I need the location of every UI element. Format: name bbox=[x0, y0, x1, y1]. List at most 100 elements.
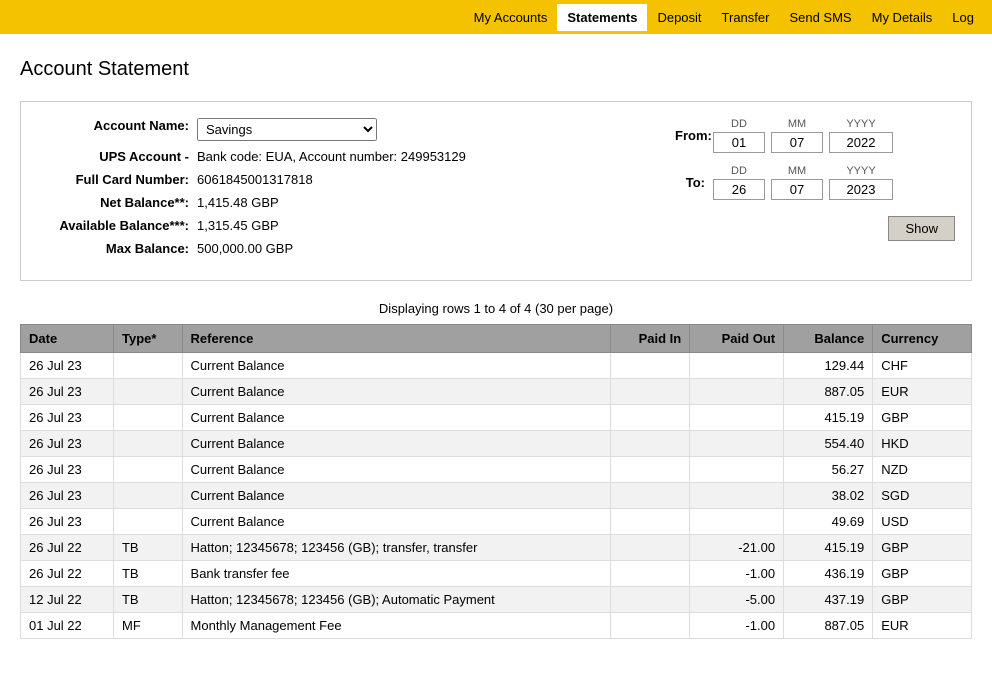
cell-type bbox=[113, 405, 182, 431]
cell-date: 26 Jul 22 bbox=[21, 561, 114, 587]
cell-paid-in bbox=[610, 535, 689, 561]
account-name-value[interactable]: Savings bbox=[197, 118, 377, 141]
to-yyyy-header: YYYY bbox=[846, 165, 875, 177]
page-title: Account Statement bbox=[20, 58, 972, 81]
cell-paid-out bbox=[690, 457, 784, 483]
to-mm-input[interactable] bbox=[771, 179, 823, 200]
cell-balance: 415.19 bbox=[784, 405, 873, 431]
cell-type: TB bbox=[113, 587, 182, 613]
cell-type bbox=[113, 483, 182, 509]
cell-date: 12 Jul 22 bbox=[21, 587, 114, 613]
from-yyyy-input[interactable] bbox=[829, 132, 893, 153]
cell-paid-out: -21.00 bbox=[690, 535, 784, 561]
from-dd-input[interactable] bbox=[713, 132, 765, 153]
cell-type: TB bbox=[113, 535, 182, 561]
to-dd-header: DD bbox=[731, 165, 747, 177]
cell-paid-out bbox=[690, 379, 784, 405]
table-row: 26 Jul 23 Current Balance 554.40 HKD bbox=[21, 431, 972, 457]
cell-date: 26 Jul 23 bbox=[21, 431, 114, 457]
cell-date: 26 Jul 23 bbox=[21, 483, 114, 509]
table-row: 12 Jul 22 TB Hatton; 12345678; 123456 (G… bbox=[21, 587, 972, 613]
col-paid-out: Paid Out bbox=[690, 325, 784, 353]
cell-currency: HKD bbox=[873, 431, 972, 457]
from-mm-header: MM bbox=[788, 118, 806, 130]
nav-send-sms[interactable]: Send SMS bbox=[779, 10, 861, 25]
to-yyyy-group: YYYY bbox=[829, 165, 893, 200]
date-range-panel: From: DD MM YYYY T bbox=[675, 118, 955, 264]
net-balance-value: 1,415.48 GBP bbox=[197, 195, 279, 210]
cell-balance: 415.19 bbox=[784, 535, 873, 561]
cell-paid-in bbox=[610, 509, 689, 535]
col-date: Date bbox=[21, 325, 114, 353]
cell-currency: USD bbox=[873, 509, 972, 535]
cell-reference: Current Balance bbox=[182, 405, 610, 431]
table-row: 26 Jul 23 Current Balance 49.69 USD bbox=[21, 509, 972, 535]
cell-paid-out bbox=[690, 483, 784, 509]
to-yyyy-input[interactable] bbox=[829, 179, 893, 200]
pagination-text: Displaying rows 1 to 4 of 4 (30 per page… bbox=[20, 301, 972, 316]
cell-date: 01 Jul 22 bbox=[21, 613, 114, 639]
cell-balance: 554.40 bbox=[784, 431, 873, 457]
main-content: Account Statement Account Name: Savings … bbox=[0, 34, 992, 663]
cell-balance: 129.44 bbox=[784, 353, 873, 379]
cell-reference: Current Balance bbox=[182, 457, 610, 483]
cell-paid-out bbox=[690, 405, 784, 431]
table-row: 26 Jul 22 TB Bank transfer fee -1.00 436… bbox=[21, 561, 972, 587]
cell-paid-out bbox=[690, 431, 784, 457]
cell-date: 26 Jul 23 bbox=[21, 457, 114, 483]
ups-account-value: Bank code: EUA, Account number: 24995312… bbox=[197, 149, 466, 164]
col-paid-in: Paid In bbox=[610, 325, 689, 353]
cell-type bbox=[113, 509, 182, 535]
account-fields: Account Name: Savings UPS Account - Bank… bbox=[37, 118, 635, 264]
from-mm-input[interactable] bbox=[771, 132, 823, 153]
cell-reference: Monthly Management Fee bbox=[182, 613, 610, 639]
show-button[interactable]: Show bbox=[888, 216, 955, 241]
cell-balance: 887.05 bbox=[784, 379, 873, 405]
cell-reference: Current Balance bbox=[182, 483, 610, 509]
avail-balance-row: Available Balance***: 1,315.45 GBP bbox=[37, 218, 635, 233]
table-header-row: Date Type* Reference Paid In Paid Out Ba… bbox=[21, 325, 972, 353]
from-dd-group: DD bbox=[713, 118, 765, 153]
table-body: 26 Jul 23 Current Balance 129.44 CHF 26 … bbox=[21, 353, 972, 639]
cell-paid-out: -1.00 bbox=[690, 613, 784, 639]
cell-currency: GBP bbox=[873, 561, 972, 587]
cell-currency: GBP bbox=[873, 535, 972, 561]
from-yyyy-header: YYYY bbox=[846, 118, 875, 130]
cell-date: 26 Jul 23 bbox=[21, 353, 114, 379]
cell-date: 26 Jul 23 bbox=[21, 509, 114, 535]
account-name-select[interactable]: Savings bbox=[197, 118, 377, 141]
from-row: From: DD MM YYYY bbox=[675, 118, 955, 153]
cell-paid-in bbox=[610, 613, 689, 639]
cell-paid-in bbox=[610, 431, 689, 457]
cell-balance: 887.05 bbox=[784, 613, 873, 639]
avail-balance-label: Available Balance***: bbox=[37, 218, 197, 233]
cell-paid-in bbox=[610, 561, 689, 587]
max-balance-row: Max Balance: 500,000.00 GBP bbox=[37, 241, 635, 256]
to-dd-input[interactable] bbox=[713, 179, 765, 200]
nav-deposit[interactable]: Deposit bbox=[647, 10, 711, 25]
table-row: 26 Jul 22 TB Hatton; 12345678; 123456 (G… bbox=[21, 535, 972, 561]
table-row: 26 Jul 23 Current Balance 56.27 NZD bbox=[21, 457, 972, 483]
nav-my-details[interactable]: My Details bbox=[862, 10, 943, 25]
nav-my-accounts[interactable]: My Accounts bbox=[464, 10, 558, 25]
nav-transfer[interactable]: Transfer bbox=[712, 10, 780, 25]
cell-reference: Current Balance bbox=[182, 379, 610, 405]
cell-paid-in bbox=[610, 483, 689, 509]
cell-type: MF bbox=[113, 613, 182, 639]
from-dd-header: DD bbox=[731, 118, 747, 130]
table-row: 26 Jul 23 Current Balance 38.02 SGD bbox=[21, 483, 972, 509]
from-yyyy-group: YYYY bbox=[829, 118, 893, 153]
cell-currency: EUR bbox=[873, 613, 972, 639]
cell-paid-in bbox=[610, 457, 689, 483]
cell-type bbox=[113, 353, 182, 379]
account-name-label: Account Name: bbox=[37, 118, 197, 133]
cell-paid-in bbox=[610, 587, 689, 613]
cell-date: 26 Jul 23 bbox=[21, 379, 114, 405]
nav-log[interactable]: Log bbox=[942, 10, 984, 25]
cell-reference: Current Balance bbox=[182, 509, 610, 535]
show-btn-row: Show bbox=[675, 216, 955, 241]
cell-currency: SGD bbox=[873, 483, 972, 509]
nav-statements[interactable]: Statements bbox=[557, 4, 647, 31]
table-row: 26 Jul 23 Current Balance 887.05 EUR bbox=[21, 379, 972, 405]
to-row: To: DD MM YYYY bbox=[675, 165, 955, 200]
